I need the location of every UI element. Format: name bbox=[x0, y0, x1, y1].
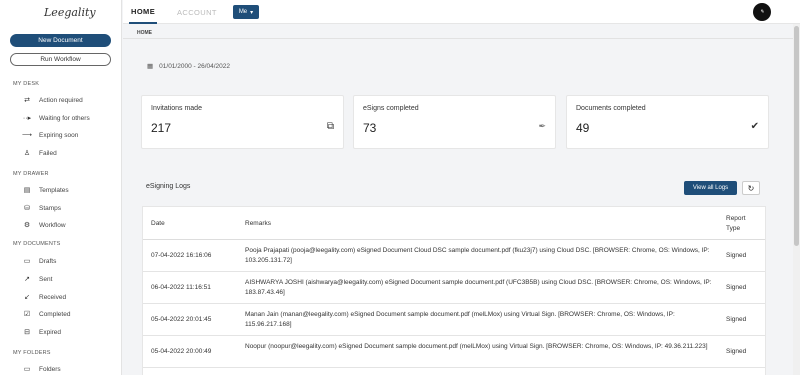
sidebar-item-label: Received bbox=[39, 293, 67, 301]
received-icon: ↙ bbox=[24, 294, 30, 301]
sidebar-item-drafts[interactable]: ▭ Drafts bbox=[20, 255, 57, 267]
row-type: Signed bbox=[726, 348, 747, 355]
scrollbar-thumb[interactable] bbox=[794, 26, 799, 246]
section-my-folders: MY FOLDERS bbox=[13, 350, 51, 356]
table-row: 06-04-2022 11:16:51 AISHWARYA JOSHI (ais… bbox=[143, 272, 765, 304]
date-range[interactable]: ▦ 01/01/2000 - 26/04/2022 bbox=[147, 62, 230, 71]
calendar-icon: ▦ bbox=[147, 63, 154, 70]
sidebar-item-label: Stamps bbox=[39, 204, 62, 212]
dash-arrow-icon: ··▸ bbox=[22, 115, 32, 122]
breadcrumb[interactable]: HOME bbox=[137, 30, 152, 36]
sidebar-item-label: Waiting for others bbox=[39, 114, 90, 122]
refresh-button[interactable]: ↻ bbox=[742, 181, 760, 195]
sidebar-item-stamps[interactable]: ⛁ Stamps bbox=[20, 202, 61, 214]
row-remarks: Noopur (noopur@leegality.com) eSigned Do… bbox=[245, 343, 708, 350]
card-title: Documents completed bbox=[576, 105, 646, 112]
caret-down-icon: ▾ bbox=[250, 9, 254, 16]
sidebar-item-received[interactable]: ↙ Received bbox=[20, 291, 66, 303]
sidebar-item-label: Expiring soon bbox=[39, 131, 79, 139]
tab-account[interactable]: ACCOUNT bbox=[177, 0, 217, 24]
sent-icon: ↗ bbox=[24, 276, 30, 283]
completed-icon: ☑ bbox=[23, 311, 31, 318]
row-remarks: Manan Jain (manan@leegality.com) eSigned… bbox=[245, 311, 675, 328]
sidebar-item-expiring[interactable]: ⟶ Expiring soon bbox=[20, 129, 78, 141]
date-range-text: 01/01/2000 - 26/04/2022 bbox=[159, 62, 230, 70]
arrow-right-icon: ⟶ bbox=[21, 132, 33, 139]
avatar[interactable]: ✎ bbox=[753, 3, 771, 21]
sidebar-item-label: Completed bbox=[39, 310, 71, 318]
expired-icon: ⊟ bbox=[24, 329, 30, 336]
sidebar: Leegality New Document Run Workflow MY D… bbox=[0, 0, 122, 375]
card-documents: Documents completed 49 ✔ bbox=[566, 95, 769, 149]
workflow-icon: ⚙ bbox=[23, 222, 31, 229]
folder-icon: ▭ bbox=[23, 366, 31, 373]
sidebar-item-workflow[interactable]: ⚙ Workflow bbox=[20, 219, 66, 231]
sidebar-item-expired[interactable]: ⊟ Expired bbox=[20, 326, 61, 338]
table-header: Date Remarks Report Type bbox=[143, 207, 765, 240]
header-report-type-line1: Report bbox=[726, 215, 746, 222]
logs-title: eSigning Logs bbox=[146, 183, 191, 190]
me-label: Me bbox=[238, 9, 248, 15]
row-remarks: AISHWARYA JOSHI (aishwarya@leegality.com… bbox=[245, 279, 712, 296]
section-my-drawer: MY DRAWER bbox=[13, 171, 49, 177]
external-link-icon[interactable]: ⧉ bbox=[327, 121, 334, 132]
row-type: Signed bbox=[726, 252, 747, 259]
sidebar-item-folders[interactable]: ▭ Folders bbox=[20, 363, 61, 375]
table-row: 05-04-2022 20:00:49 Noopur (noopur@leega… bbox=[143, 336, 765, 368]
brand-logo[interactable]: Leegality bbox=[44, 6, 96, 19]
row-type: Signed bbox=[726, 284, 747, 291]
section-my-documents: MY DOCUMENTS bbox=[13, 241, 61, 247]
sidebar-item-label: Workflow bbox=[39, 221, 66, 229]
section-my-desk: MY DESK bbox=[13, 81, 40, 87]
card-value: 49 bbox=[576, 121, 590, 135]
card-invitations: Invitations made 217 ⧉ bbox=[141, 95, 344, 149]
templates-icon: ▤ bbox=[23, 187, 31, 194]
figure-icon: ♙ bbox=[23, 150, 31, 157]
signature-icon: ✒ bbox=[538, 121, 546, 131]
card-esigns: eSigns completed 73 ✒ bbox=[353, 95, 556, 149]
sidebar-item-label: Sent bbox=[39, 275, 53, 283]
sidebar-item-label: Failed bbox=[39, 149, 57, 157]
card-title: eSigns completed bbox=[363, 105, 419, 112]
header-date: Date bbox=[151, 220, 165, 227]
header-remarks: Remarks bbox=[245, 220, 272, 227]
table-row: 07-04-2022 16:16:06 Pooja Prajapati (poo… bbox=[143, 240, 765, 272]
card-value: 73 bbox=[363, 121, 377, 135]
sidebar-item-label: Expired bbox=[39, 328, 62, 336]
sidebar-item-action-required[interactable]: ⇄ Action required bbox=[20, 94, 83, 106]
row-date: 05-04-2022 20:01:45 bbox=[151, 316, 212, 323]
sidebar-item-completed[interactable]: ☑ Completed bbox=[20, 308, 71, 320]
row-remarks: Pooja Prajapati (pooja@leegality.com) eS… bbox=[245, 247, 710, 264]
top-bar: HOME ACCOUNT Me ▾ ✎ bbox=[123, 0, 800, 24]
row-date: 06-04-2022 11:16:51 bbox=[151, 284, 211, 291]
run-workflow-button[interactable]: Run Workflow bbox=[10, 53, 111, 66]
me-dropdown-button[interactable]: Me ▾ bbox=[233, 5, 259, 19]
page-scrollbar[interactable] bbox=[793, 24, 800, 375]
sidebar-item-label: Action required bbox=[39, 96, 83, 104]
new-document-button[interactable]: New Document bbox=[10, 34, 111, 47]
row-date: 05-04-2022 20:00:49 bbox=[151, 348, 212, 355]
sidebar-item-waiting[interactable]: ··▸ Waiting for others bbox=[20, 112, 90, 124]
header-report-type-line2: Type bbox=[726, 225, 741, 232]
arrows-icon: ⇄ bbox=[24, 97, 30, 104]
sidebar-item-label: Drafts bbox=[39, 257, 57, 265]
sidebar-item-sent[interactable]: ↗ Sent bbox=[20, 273, 52, 285]
logs-table: Date Remarks Report Type 07-04-2022 16:1… bbox=[142, 206, 766, 375]
row-type: Signed bbox=[726, 316, 747, 323]
card-value: 217 bbox=[151, 121, 172, 135]
checkmark-icon: ✔ bbox=[750, 121, 759, 132]
tab-home[interactable]: HOME bbox=[129, 0, 158, 24]
sidebar-item-failed[interactable]: ♙ Failed bbox=[20, 147, 57, 159]
draft-icon: ▭ bbox=[23, 258, 31, 265]
divider bbox=[123, 38, 800, 39]
sidebar-item-label: Folders bbox=[39, 365, 61, 373]
refresh-icon: ↻ bbox=[747, 183, 755, 193]
stamp-icon: ⛁ bbox=[24, 205, 30, 212]
card-title: Invitations made bbox=[151, 105, 202, 112]
view-all-logs-button[interactable]: View all Logs bbox=[684, 181, 737, 195]
sidebar-item-label: Templates bbox=[39, 186, 69, 194]
sidebar-item-templates[interactable]: ▤ Templates bbox=[20, 184, 69, 196]
table-row: 05-04-2022 20:01:45 Manan Jain (manan@le… bbox=[143, 304, 765, 336]
row-date: 07-04-2022 16:16:06 bbox=[151, 252, 212, 259]
